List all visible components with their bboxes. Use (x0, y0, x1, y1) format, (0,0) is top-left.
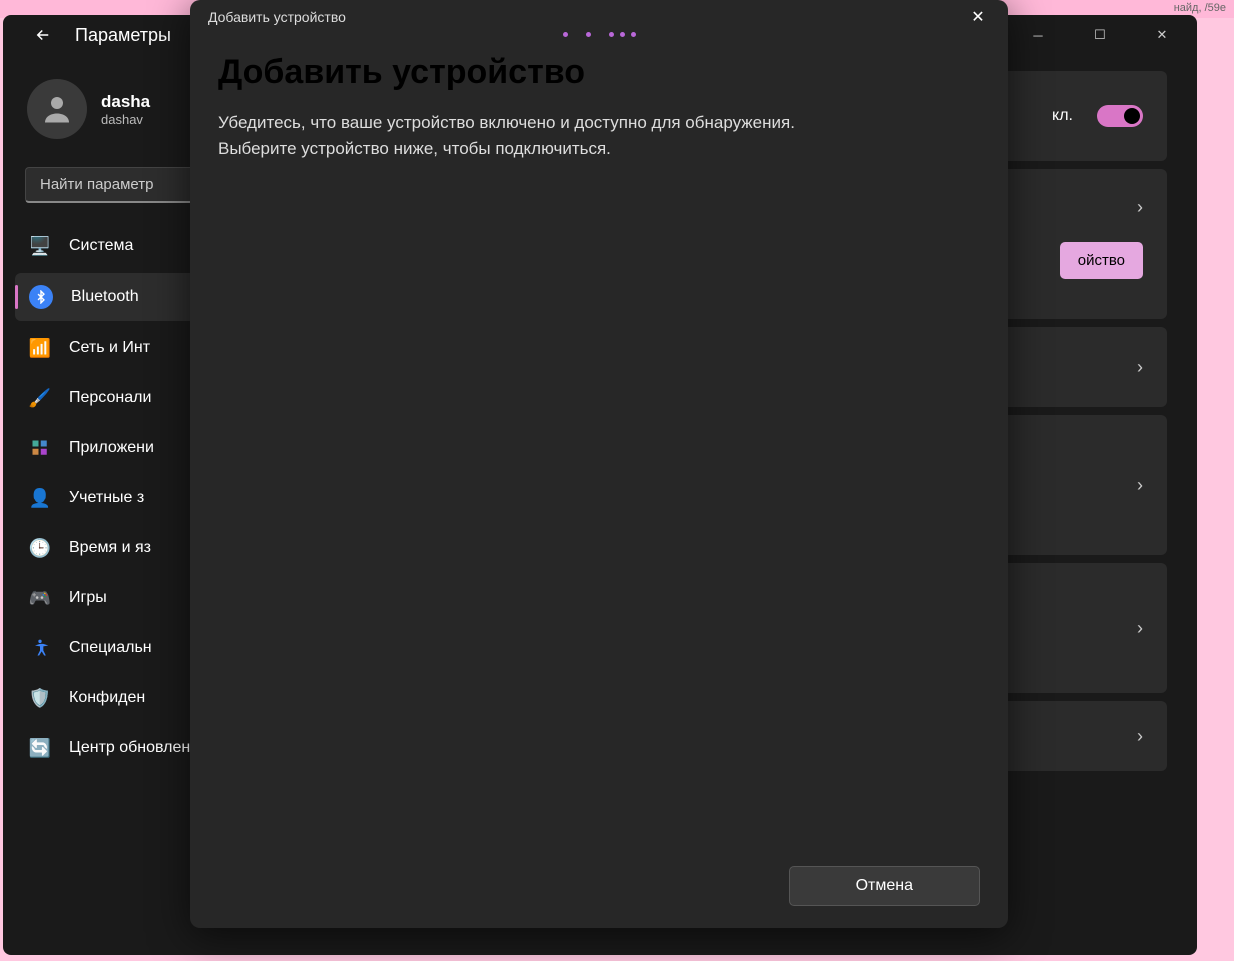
add-device-button[interactable]: ойство (1060, 242, 1143, 279)
toggle-status-label: кл. (1052, 107, 1073, 125)
nav-label: Конфиден (69, 689, 145, 707)
dialog-close-button[interactable]: ✕ (958, 2, 998, 32)
nav-icon: 🖥️ (29, 235, 51, 257)
nav-label: Игры (69, 589, 107, 607)
nav-label: Система (69, 237, 133, 255)
dialog-heading: Добавить устройство (218, 53, 980, 92)
dialog-description: Убедитесь, что ваше устройство включено … (218, 110, 980, 161)
chevron-right-icon: › (1137, 357, 1143, 378)
nav-icon: 🖌️ (29, 387, 51, 409)
back-button[interactable] (27, 19, 59, 51)
nav-icon: 🎮 (29, 587, 51, 609)
nav-icon: 🛡️ (29, 687, 51, 709)
nav-icon: 🔄 (29, 737, 51, 759)
chevron-right-icon: › (1137, 726, 1143, 747)
page-title: Параметры (75, 25, 171, 46)
nav-icon: 🕒 (29, 537, 51, 559)
avatar (27, 79, 87, 139)
user-email: dashav (101, 112, 150, 127)
progress-indicator (190, 30, 1008, 43)
chevron-right-icon: › (1137, 197, 1143, 218)
user-name: dasha (101, 92, 150, 112)
chevron-right-icon: › (1137, 475, 1143, 496)
nav-label: Bluetooth (71, 288, 139, 306)
add-device-dialog: Добавить устройство ✕ Добавить устройств… (190, 0, 1008, 928)
apps-icon (29, 437, 51, 459)
nav-label: Специальн (69, 639, 152, 657)
nav-label: Приложени (69, 439, 154, 457)
cancel-button[interactable]: Отмена (789, 866, 980, 906)
bluetooth-toggle[interactable] (1097, 105, 1143, 127)
chevron-right-icon: › (1137, 618, 1143, 639)
nav-label: Учетные з (69, 489, 144, 507)
close-window-button[interactable]: ✕ (1139, 19, 1185, 51)
maximize-button[interactable]: ☐ (1077, 19, 1123, 51)
nav-label: Персонали (69, 389, 151, 407)
dialog-titlebar-text: Добавить устройство (208, 9, 346, 25)
minimize-button[interactable]: ─ (1015, 19, 1061, 51)
nav-icon: 👤 (29, 487, 51, 509)
accessibility-icon (29, 637, 51, 659)
nav-label: Время и яз (69, 539, 151, 557)
nav-label: Сеть и Инт (69, 339, 150, 357)
nav-icon: 📶 (29, 337, 51, 359)
bluetooth-icon (29, 285, 53, 309)
